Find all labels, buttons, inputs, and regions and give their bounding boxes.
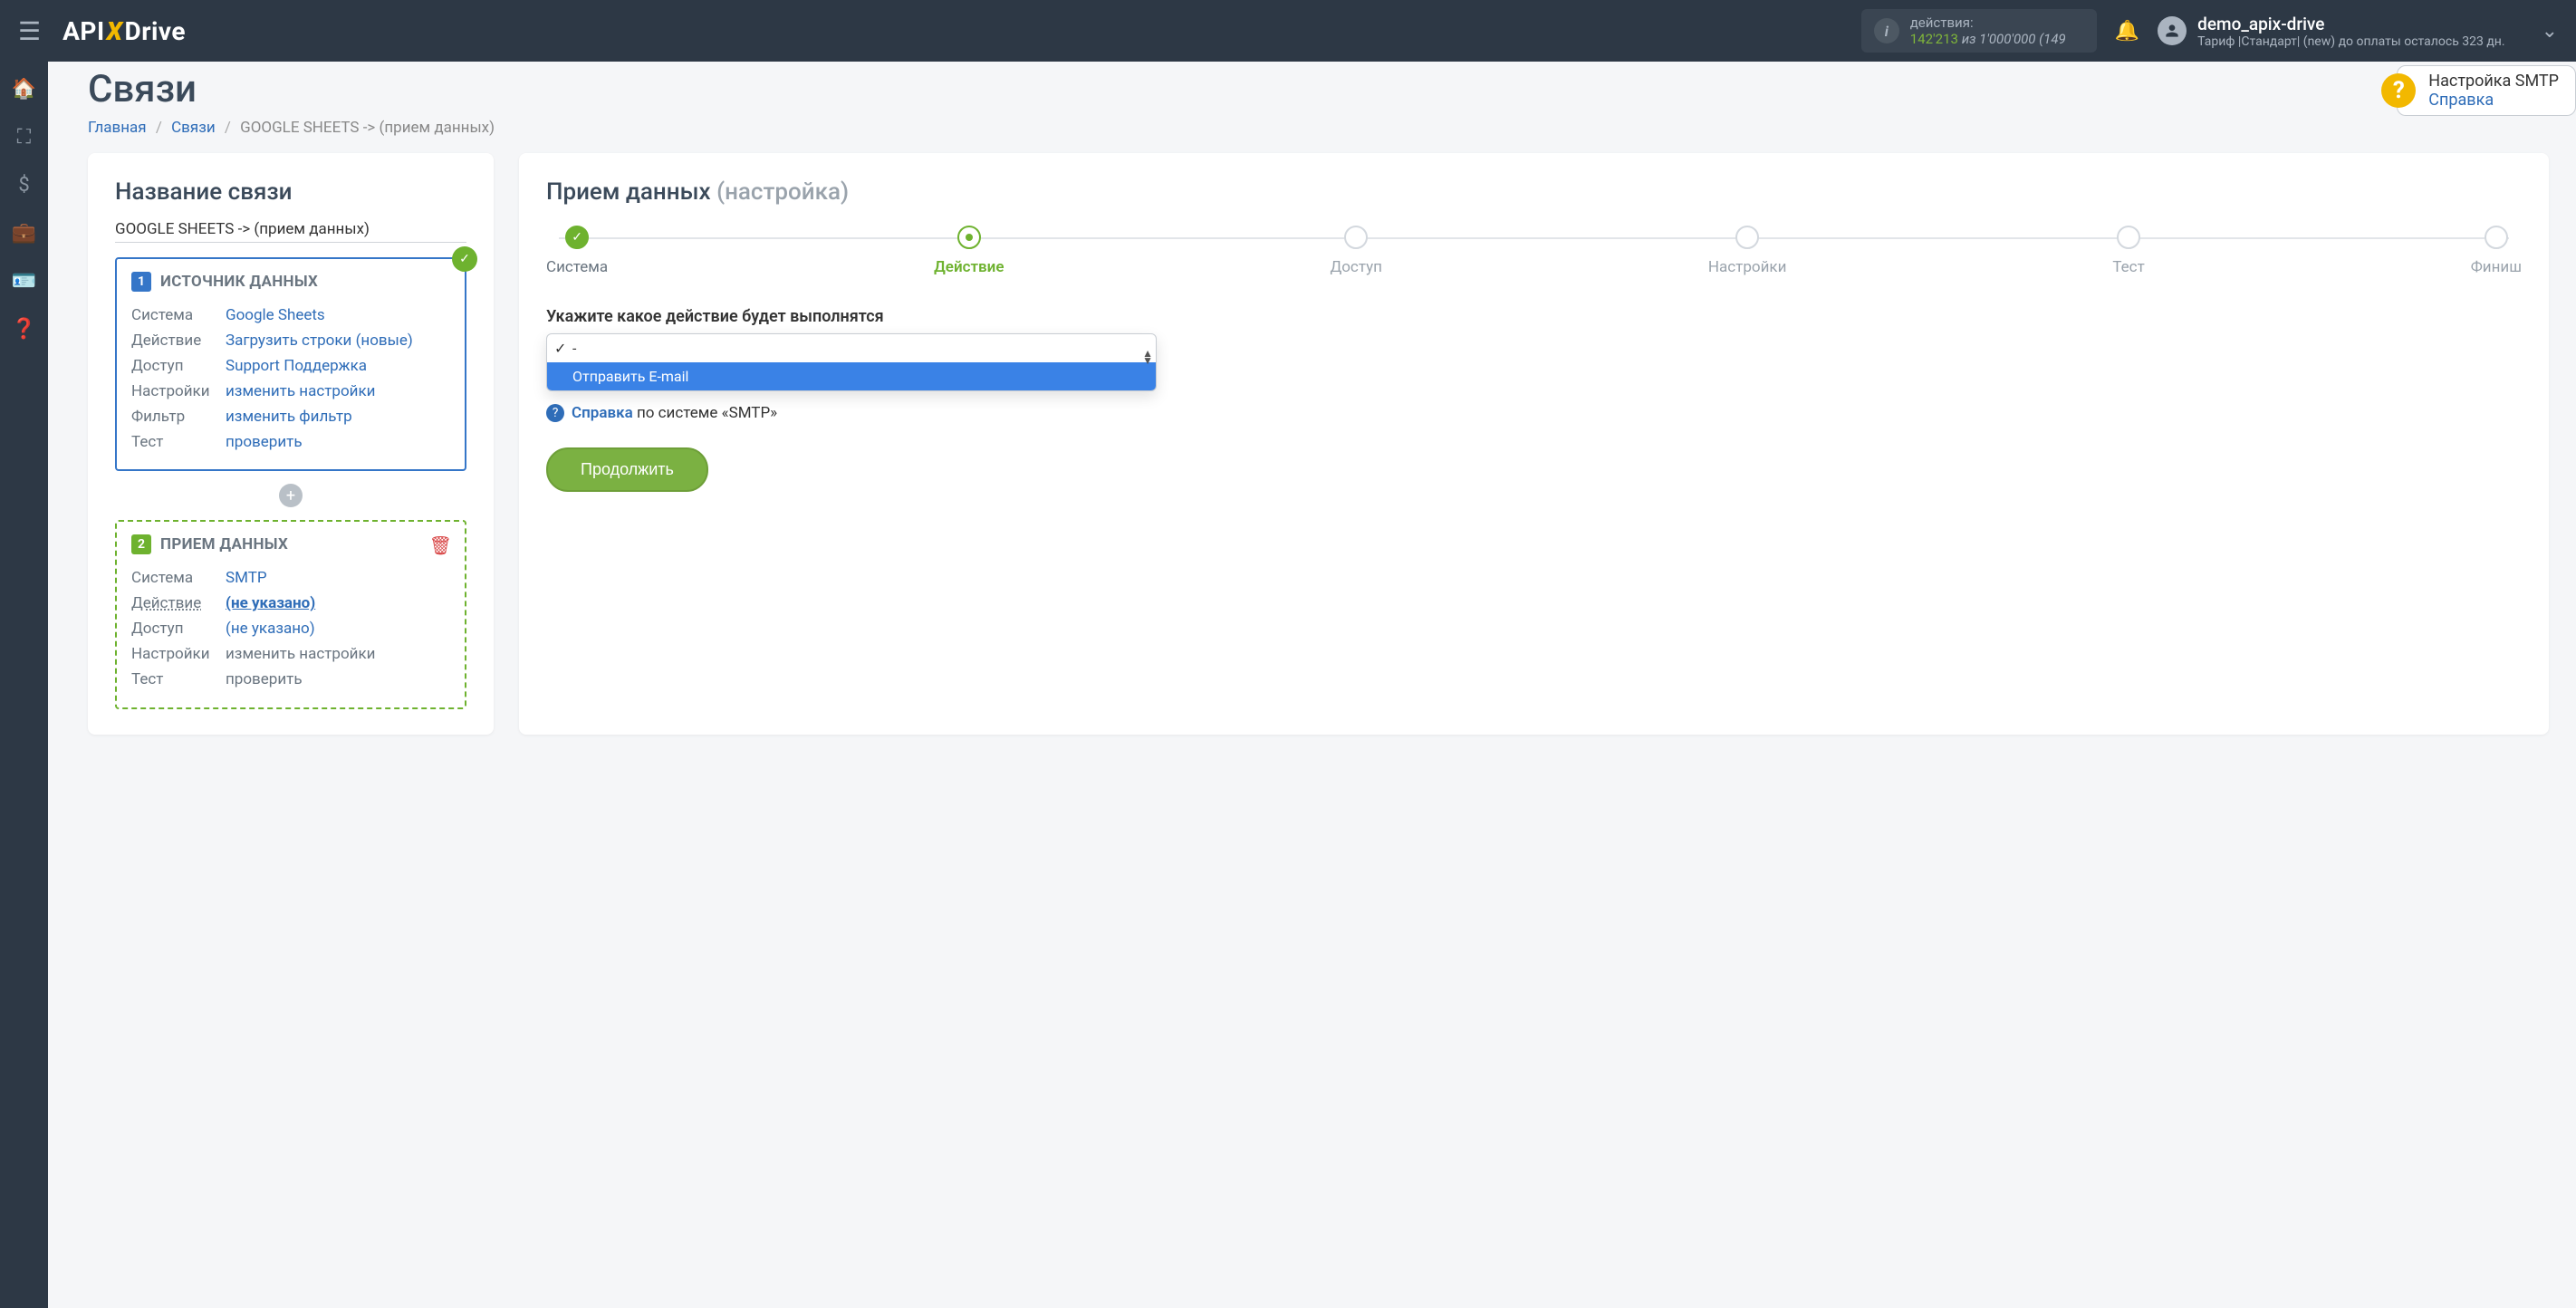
continue-button[interactable]: Продолжить <box>546 447 708 492</box>
source-box: ✓ 1 ИСТОЧНИК ДАННЫХ СистемаGoogle Sheets… <box>115 257 466 471</box>
step-finish[interactable]: Финиш <box>2471 226 2522 276</box>
home-icon[interactable]: 🏠 <box>12 78 36 101</box>
source-num: 1 <box>131 272 151 292</box>
breadcrumb: Главная / Связи / GOOGLE SHEETS -> (прие… <box>88 119 2549 137</box>
info-icon: i <box>1874 18 1899 43</box>
link-name-input[interactable]: GOOGLE SHEETS -> (прием данных) <box>115 220 466 243</box>
hamburger-menu[interactable]: ☰ <box>18 16 41 46</box>
crumb-home[interactable]: Главная <box>88 119 147 137</box>
user-menu[interactable]: demo_apix-drive Тариф |Стандарт| (new) д… <box>2158 14 2504 49</box>
source-title: ИСТОЧНИК ДАННЫХ <box>160 273 318 291</box>
select-option-empty[interactable]: - <box>547 334 1156 362</box>
card-icon[interactable]: 🪪 <box>12 270 36 293</box>
step-action[interactable]: Действие <box>934 226 1004 276</box>
dest-num: 2 <box>131 534 151 554</box>
actions-counter[interactable]: i действия: 142'213 из 1'000'000 (149 <box>1861 9 2097 53</box>
trash-icon[interactable]: 🗑 <box>429 534 452 556</box>
help-link[interactable]: Справка <box>572 404 633 422</box>
add-button[interactable]: + <box>279 484 303 507</box>
crumb-links[interactable]: Связи <box>171 119 216 137</box>
crumb-current: GOOGLE SHEETS -> (прием данных) <box>240 119 495 137</box>
step-system[interactable]: ✓Система <box>546 226 608 276</box>
dollar-icon[interactable]: $ <box>18 174 29 197</box>
question-icon: ? <box>2381 73 2416 108</box>
step-test[interactable]: Тест <box>2112 226 2144 276</box>
logo[interactable]: APIXDrive <box>62 16 186 46</box>
left-card-title: Название связи <box>115 178 466 206</box>
updown-icon: ▲▼ <box>1142 350 1153 365</box>
page-title: Связи <box>88 67 2549 111</box>
actions-count: 142'213 <box>1910 31 1958 47</box>
user-name: demo_apix-drive <box>2197 14 2504 34</box>
right-card: Прием данных (настройка) ✓Система Действ… <box>519 153 2549 735</box>
briefcase-icon[interactable]: 💼 <box>12 222 36 245</box>
help-icon[interactable]: ❓ <box>12 318 36 341</box>
select-option-send-email[interactable]: Отправить E-mail <box>547 362 1156 390</box>
actions-label: действия: <box>1910 14 2066 31</box>
question-small-icon: ? <box>546 404 564 422</box>
avatar-icon <box>2158 16 2187 45</box>
left-card: Название связи GOOGLE SHEETS -> (прием д… <box>88 153 494 735</box>
connections-icon[interactable]: ⛶ <box>17 126 31 149</box>
dest-box: 🗑 2 ПРИЕМ ДАННЫХ СистемаSMTP Действие(не… <box>115 520 466 708</box>
action-field-label: Укажите какое действие будет выполнятся <box>546 307 2522 326</box>
right-title: Прием данных (настройка) <box>546 178 2522 206</box>
system-help-line: ? Справка по системе «SMTP» <box>546 404 2522 422</box>
dest-title: ПРИЕМ ДАННЫХ <box>160 535 288 553</box>
help-callout[interactable]: ? Настройка SMTP Справка <box>2397 65 2576 116</box>
bell-icon[interactable]: 🔔 <box>2115 20 2139 43</box>
check-icon: ✓ <box>452 246 477 272</box>
chevron-down-icon[interactable]: ⌄ <box>2542 20 2558 43</box>
step-settings[interactable]: Настройки <box>1708 226 1787 276</box>
topbar: ☰ APIXDrive i действия: 142'213 из 1'000… <box>0 0 2576 62</box>
step-access[interactable]: Доступ <box>1330 226 1382 276</box>
stepper: ✓Система Действие Доступ Настройки Тест … <box>546 226 2522 276</box>
user-tariff: Тариф |Стандарт| (new) до оплаты осталос… <box>2197 34 2504 49</box>
action-select[interactable]: - Отправить E-mail ▲▼ <box>546 333 1157 391</box>
help-callout-link[interactable]: Справка <box>2428 91 2559 110</box>
help-callout-title: Настройка SMTP <box>2428 72 2559 91</box>
sidebar: 🏠 ⛶ $ 💼 🪪 ❓ <box>0 62 48 1308</box>
